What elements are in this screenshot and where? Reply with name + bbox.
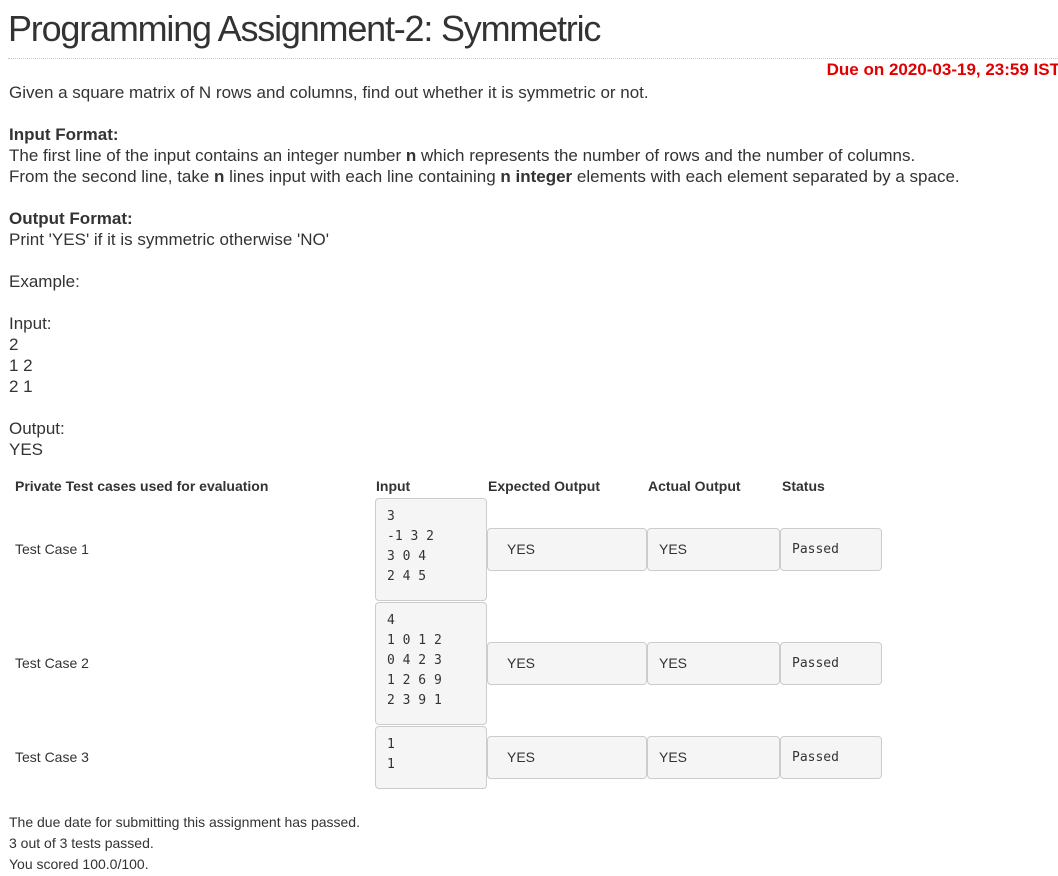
input-line: 3 0 4 — [387, 549, 427, 564]
example-input-label: Input: — [9, 314, 52, 333]
bold-term: n integer — [500, 167, 573, 186]
status-badge: Passed — [780, 642, 882, 685]
expected-output: YES — [487, 736, 647, 779]
example-input-line: 2 1 — [9, 377, 33, 396]
test-case-label: Test Case 1 — [15, 541, 89, 557]
actual-output: YES — [647, 528, 780, 571]
test-case-label: Test Case 2 — [15, 655, 89, 671]
expected-output: YES — [487, 528, 647, 571]
title-divider — [8, 58, 1058, 59]
actual-output: YES — [647, 736, 780, 779]
text-segment: elements with each element separated by … — [572, 167, 960, 186]
input-line: 1 2 6 9 — [387, 673, 442, 688]
assignment-page: Programming Assignment-2: Symmetric Due … — [0, 0, 1058, 876]
submission-summary: The due date for submitting this assignm… — [9, 812, 360, 875]
input-format-line-2: From the second line, take n lines input… — [9, 166, 1049, 187]
page-title: Programming Assignment-2: Symmetric — [8, 8, 601, 49]
test-case-input: 1 1 — [375, 726, 487, 789]
deadline-message: The due date for submitting this assignm… — [9, 814, 360, 830]
problem-description: Given a square matrix of N rows and colu… — [9, 83, 649, 102]
output-format-heading: Output Format: — [9, 209, 133, 228]
tests-passed-message: 3 out of 3 tests passed. — [9, 835, 154, 851]
actual-output: YES — [647, 642, 780, 685]
input-line: 1 0 1 2 — [387, 633, 442, 648]
input-line: 4 — [387, 613, 395, 628]
input-line: 3 — [387, 509, 395, 524]
example-input-line: 1 2 — [9, 356, 33, 375]
test-case-input: 4 1 0 1 2 0 4 2 3 1 2 6 9 2 3 9 1 — [375, 602, 487, 725]
column-header-input: Input — [376, 478, 411, 494]
bold-term: n — [214, 167, 225, 186]
section-header: Private Test cases used for evaluation — [15, 478, 269, 494]
score-message: You scored 100.0/100. — [9, 856, 149, 872]
bold-term: n — [405, 146, 417, 165]
example-output-value: YES — [9, 440, 44, 459]
text-segment: The first line of the input contains an … — [9, 146, 406, 165]
input-line: -1 3 2 — [387, 529, 434, 544]
column-header-expected: Expected Output — [488, 478, 601, 494]
problem-statement: Given a square matrix of N rows and colu… — [9, 82, 1049, 460]
input-line: 1 — [387, 737, 395, 752]
expected-output: YES — [487, 642, 647, 685]
input-line: 1 — [387, 757, 395, 772]
text-segment: which represents the number of rows and … — [416, 146, 916, 165]
test-case-label: Test Case 3 — [15, 749, 89, 765]
example-input-line: 2 — [9, 335, 19, 354]
status-badge: Passed — [780, 736, 882, 779]
column-header-status: Status — [782, 478, 825, 494]
input-format-line-1: The first line of the input contains an … — [9, 145, 1049, 166]
text-segment: From the second line, take — [9, 167, 215, 186]
example-output-label: Output: — [9, 419, 65, 438]
output-format-text: Print 'YES' if it is symmetric otherwise… — [9, 230, 329, 249]
text-segment: lines input with each line containing — [224, 167, 501, 186]
input-line: 0 4 2 3 — [387, 653, 442, 668]
due-date: Due on 2020-03-19, 23:59 IST — [826, 60, 1058, 79]
input-line: 2 4 5 — [387, 569, 427, 584]
input-line: 2 3 9 1 — [387, 693, 442, 708]
input-format-heading: Input Format: — [9, 125, 119, 144]
test-case-input: 3 -1 3 2 3 0 4 2 4 5 — [375, 498, 487, 601]
column-header-actual: Actual Output — [648, 478, 741, 494]
status-badge: Passed — [780, 528, 882, 571]
example-label: Example: — [9, 272, 80, 291]
